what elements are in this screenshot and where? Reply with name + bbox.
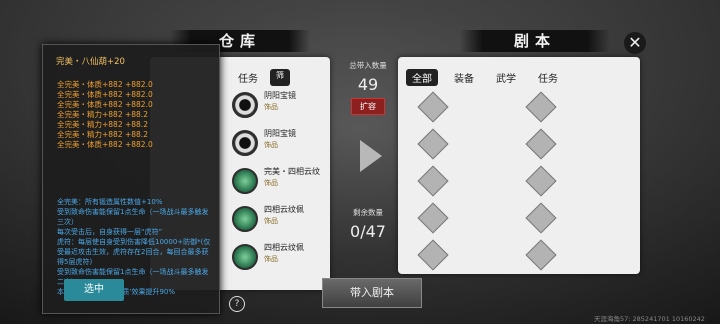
yin-yang-mirror-icon [232, 130, 258, 156]
effect-line: 虎符：每层使自身受到伤害降低10000+防御*(仅受最近攻击生效，虎符存在2回合… [57, 238, 211, 266]
script-tab-martial[interactable]: 武学 [490, 69, 522, 86]
item-name: 四相云纹佩 [264, 243, 304, 252]
item-tooltip: 完美・八仙葫+20 全完美・体质+882 +882.0 全完美・体质+882 +8… [42, 44, 220, 314]
item-name: 四相云纹佩 [264, 205, 304, 214]
jade-ring-icon [232, 244, 258, 270]
stat-line: 全完美・体质+882 +882.0 [57, 80, 153, 89]
item-name: 阴阳宝镜 [264, 129, 296, 138]
filter-icon[interactable]: 筛 [270, 69, 290, 86]
item-name: 阴阳宝镜 [264, 91, 296, 100]
stat-line: 全完美・精力+882 +88.2 [57, 130, 148, 139]
warehouse-item[interactable]: 四相云纹佩 饰品 [232, 242, 342, 274]
warehouse-tab-task[interactable]: 任务 [232, 69, 264, 86]
total-carry-value: 49 [357, 75, 379, 94]
effect-line: 全完美：所有锻造属性数值+10% [57, 198, 163, 206]
stat-line: 全完美・体质+882 +882.0 [57, 90, 153, 99]
warehouse-item[interactable]: 阴阳宝镜 饰品 [232, 128, 342, 160]
item-category: 饰品 [264, 141, 278, 149]
expand-button[interactable]: 扩容 [351, 98, 385, 115]
jade-ring-icon [232, 168, 258, 194]
warehouse-item[interactable]: 完美・四相云纹 饰品 [232, 166, 342, 198]
help-icon[interactable]: ? [229, 296, 245, 312]
item-category: 饰品 [264, 217, 278, 225]
effect-line: 受到致命伤害能保留1点生命（一场战斗最多触发三次） [57, 208, 209, 226]
item-name: 完美・四相云纹 [264, 167, 320, 176]
warehouse-item[interactable]: 阴阳宝镜 饰品 [232, 90, 342, 122]
item-category: 饰品 [264, 179, 278, 187]
stat-line: 全完美・精力+882 +88.2 [57, 120, 148, 129]
stat-line: 全完美・体质+882 +882.0 [57, 100, 153, 109]
script-tab-equipment[interactable]: 装备 [448, 69, 480, 86]
script-title-banner: 剧本 [460, 30, 610, 52]
tooltip-title: 完美・八仙葫+20 [56, 57, 125, 67]
yin-yang-mirror-icon [232, 92, 258, 118]
script-tab-all[interactable]: 全部 [406, 69, 438, 86]
remaining-value: 0/47 [350, 222, 386, 241]
item-category: 饰品 [264, 255, 278, 263]
stat-line: 全完美・体质+882 +882.0 [57, 140, 153, 149]
total-carry-label: 总带入数量 [349, 61, 387, 70]
warehouse-item[interactable]: 四相云纹佩 饰品 [232, 204, 342, 236]
remaining-label: 剩余数量 [353, 208, 383, 217]
close-icon[interactable]: ✕ [624, 32, 646, 54]
bring-into-script-button[interactable]: 带入剧本 [322, 278, 422, 308]
item-category: 饰品 [264, 103, 278, 111]
jade-ring-icon [232, 206, 258, 232]
stat-line: 全完美・精力+882 +88.2 [57, 110, 148, 119]
transfer-arrow-icon[interactable] [360, 140, 382, 172]
script-tab-task[interactable]: 任务 [532, 69, 564, 86]
select-button[interactable]: 选中 [64, 279, 124, 301]
watermark-text: 天涯海角57: 285241701 10160242 [594, 315, 705, 323]
tooltip-stats: 全完美・体质+882 +882.0 全完美・体质+882 +882.0 全完美・体质… [57, 80, 153, 150]
effect-line: 每次受击后，自身获得一层“虎符” [57, 228, 163, 236]
